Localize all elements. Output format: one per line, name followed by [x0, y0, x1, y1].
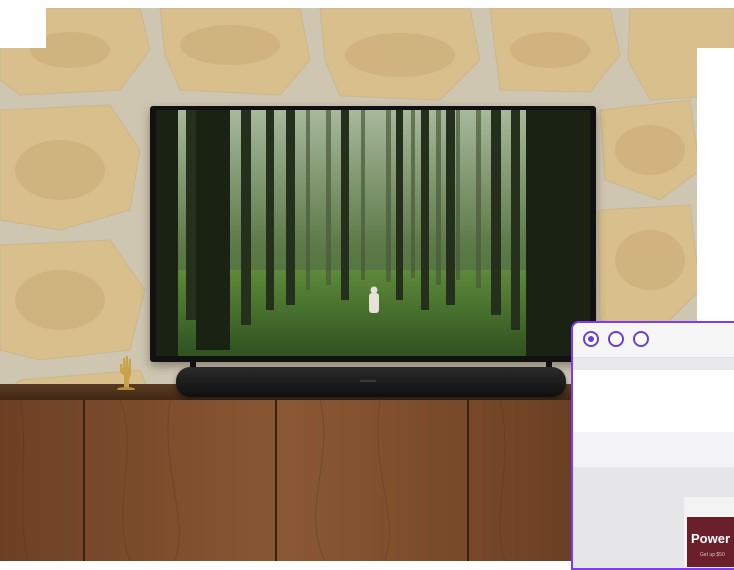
window-control-radio-selected[interactable] — [583, 331, 599, 347]
soundbar-logo — [360, 380, 376, 382]
soundbar — [176, 367, 566, 397]
television — [150, 106, 596, 362]
promo-banner[interactable]: Power u Get up $50 — [687, 517, 734, 567]
gold-hand-figurine — [117, 356, 135, 390]
window-titlebar — [573, 323, 734, 358]
window-secondary-pane — [573, 432, 734, 467]
photo-corner-cutout — [0, 0, 46, 48]
photo-edge-cutout — [697, 48, 734, 328]
window-control-radio[interactable] — [633, 331, 649, 347]
window-toolbar — [573, 358, 734, 370]
tv-screen-forest — [156, 110, 590, 356]
window-content-pane — [573, 370, 734, 432]
wooden-cabinet — [0, 400, 580, 561]
browser-window-overlay[interactable]: Power u Get up $50 — [571, 321, 734, 570]
promo-subtitle: Get up $50 — [700, 552, 725, 558]
photo-border — [0, 0, 734, 8]
promo-title: Power u — [691, 531, 734, 546]
window-control-radio[interactable] — [608, 331, 624, 347]
